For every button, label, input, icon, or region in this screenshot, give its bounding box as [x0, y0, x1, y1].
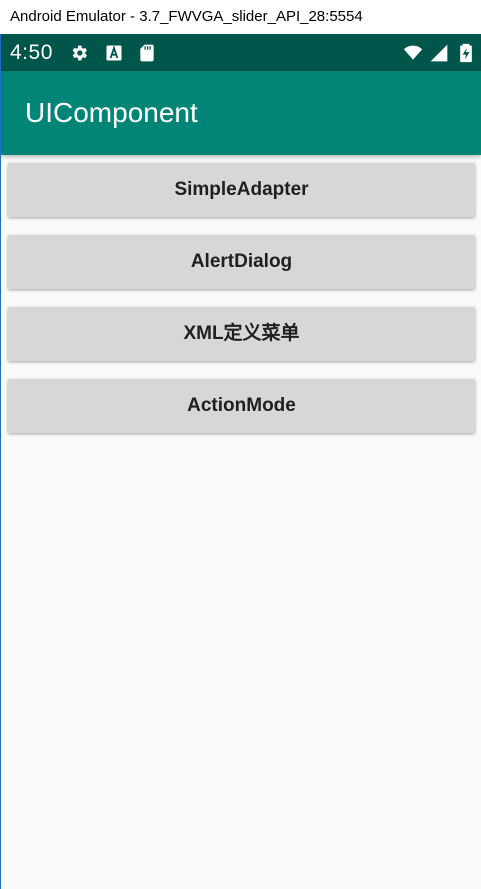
status-bar: 4:50 [1, 34, 481, 71]
simple-adapter-button[interactable]: SimpleAdapter [8, 163, 475, 217]
app-bar: UIComponent [1, 71, 481, 155]
action-mode-button[interactable]: ActionMode [8, 379, 475, 433]
a-badge-icon [106, 45, 122, 61]
signal-icon [430, 44, 448, 62]
emulator-window-title: Android Emulator - 3.7_FWVGA_slider_API_… [0, 0, 481, 34]
wifi-icon [403, 45, 423, 61]
status-time: 4:50 [10, 41, 53, 64]
xml-menu-button[interactable]: XML定义菜单 [8, 307, 475, 361]
sd-card-icon [140, 44, 154, 62]
phone-screen: 4:50 UIComponent SimpleAdapter AlertDial… [0, 34, 481, 889]
alert-dialog-button[interactable]: AlertDialog [8, 235, 475, 289]
app-title: UIComponent [25, 97, 198, 128]
gear-icon [72, 45, 87, 61]
battery-charging-icon [460, 43, 472, 63]
